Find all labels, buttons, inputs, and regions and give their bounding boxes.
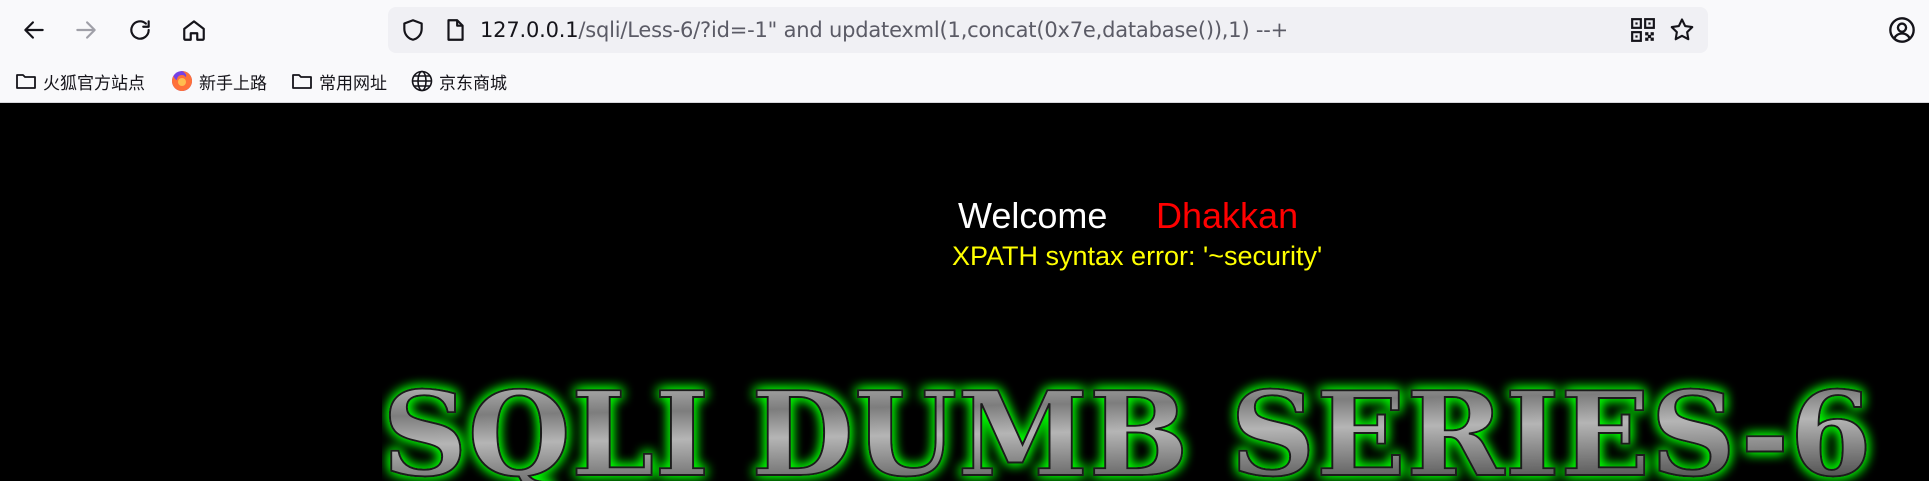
qr-code-icon[interactable] (1630, 17, 1656, 43)
home-icon (183, 20, 205, 41)
bookmark-item-common-sites[interactable]: 常用网址 (290, 66, 387, 96)
bookmark-star-icon[interactable] (1668, 16, 1696, 44)
url-text[interactable]: 127.0.0.1/sqli/Less-6/?id=-1" and update… (480, 7, 1288, 53)
url-path: /sqli/Less-6/?id=-1" and updatexml(1,con… (578, 18, 1289, 42)
bookmark-item-jd-mall[interactable]: 京东商城 (410, 66, 507, 96)
bookmark-label: 常用网址 (319, 73, 387, 94)
page-info-icon[interactable] (442, 17, 468, 43)
globe-icon (411, 70, 433, 92)
browser-toolbar: 127.0.0.1/sqli/Less-6/?id=-1" and update… (0, 0, 1929, 103)
firefox-icon (172, 71, 192, 91)
bookmark-label: 新手上路 (199, 73, 267, 94)
reload-button[interactable] (120, 10, 160, 50)
page-content: Welcome Dhakkan XPATH syntax error: '~se… (0, 103, 1929, 481)
home-button[interactable] (174, 10, 214, 50)
welcome-label: Welcome (958, 195, 1108, 236)
user-name: Dhakkan (1156, 195, 1299, 236)
account-icon[interactable] (1888, 16, 1916, 44)
bookmarks-toolbar: 火狐官方站点 新手上路 常用网址 京东商城 (0, 62, 1929, 100)
error-message: XPATH syntax error: '~security' (952, 241, 1323, 271)
bookmark-label: 京东商城 (439, 73, 507, 94)
banner-text: SQLI DUMB SERIES-6 (382, 367, 1872, 481)
forward-button[interactable] (66, 10, 106, 50)
bookmark-label: 火狐官方站点 (43, 73, 145, 94)
folder-icon (292, 74, 312, 89)
arrow-left-icon (24, 21, 44, 39)
arrow-right-icon (76, 21, 96, 39)
bookmark-item-getting-started[interactable]: 新手上路 (170, 66, 267, 96)
reload-icon (130, 20, 150, 40)
series-banner: SQLI DUMB SERIES-6 (382, 366, 1873, 481)
folder-icon (16, 74, 36, 89)
address-bar[interactable]: 127.0.0.1/sqli/Less-6/?id=-1" and update… (388, 7, 1708, 53)
back-button[interactable] (14, 10, 54, 50)
bookmark-item-firefox-official[interactable]: 火狐官方站点 (14, 66, 145, 96)
welcome-line: Welcome Dhakkan (958, 195, 1298, 237)
shield-icon[interactable] (400, 17, 426, 43)
url-host: 127.0.0.1 (480, 18, 579, 42)
